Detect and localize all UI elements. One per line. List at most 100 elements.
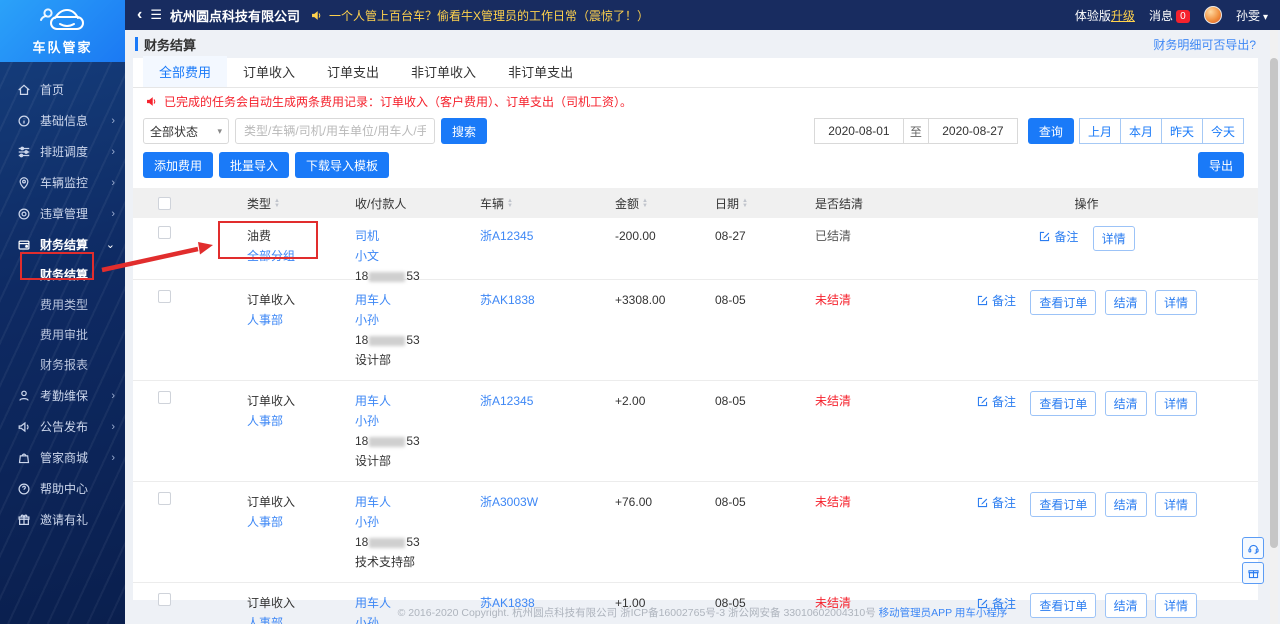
gift-icon [16,513,32,527]
status-filter-select[interactable]: 全部状态 ▾ [143,118,229,144]
remark-button[interactable]: 备注 [1038,227,1078,247]
vehicle-link[interactable]: 苏AK1838 [480,293,535,307]
tab-nonorder-income[interactable]: 非订单收入 [395,56,492,87]
scrollbar-track[interactable] [1270,30,1278,624]
sort-icon[interactable]: ▲▼ [507,199,513,209]
sidebar-item-scheduling[interactable]: 排班调度 › [0,136,125,167]
fees-table: 类型▲▼ 收/付款人 车辆▲▼ 金额▲▼ 日期▲▼ 是否结清 操作 油费 全部分… [133,188,1258,624]
date-from-input[interactable] [815,119,903,143]
vehicle-link[interactable]: 浙A3003W [480,495,538,509]
row-checkbox[interactable] [158,492,171,505]
export-button[interactable]: 导出 [1198,152,1244,178]
fee-group-link[interactable]: 人事部 [247,411,355,431]
detail-button[interactable]: 详情 [1155,391,1197,416]
today-button[interactable]: 今天 [1202,118,1244,144]
add-fee-button[interactable]: 添加费用 [143,152,213,178]
sidebar-item-announcement[interactable]: 公告发布 › [0,411,125,442]
fee-group-link[interactable]: 人事部 [247,310,355,330]
sidebar-item-invite[interactable]: 邀请有礼 [0,504,125,535]
mini-program-link[interactable]: 用车小程序 [955,607,1008,619]
remark-button[interactable]: 备注 [976,291,1016,311]
payer-role-link[interactable]: 用车人 [355,391,480,411]
tab-nonorder-expense[interactable]: 非订单支出 [492,56,589,87]
tab-order-income[interactable]: 订单收入 [227,56,311,87]
view-order-button[interactable]: 查看订单 [1030,391,1096,416]
row-checkbox[interactable] [158,226,171,239]
detail-button[interactable]: 详情 [1155,290,1197,315]
back-icon[interactable]: ‹ [137,6,142,24]
fee-tabs: 全部费用 订单收入 订单支出 非订单收入 非订单支出 [133,58,1258,88]
payer-name-link[interactable]: 小孙 [355,411,480,431]
sort-icon[interactable]: ▲▼ [742,199,748,209]
row-checkbox[interactable] [158,290,171,303]
payer-role-link[interactable]: 用车人 [355,492,480,512]
faq-link[interactable]: 财务明细可否导出? [1153,36,1256,53]
last-month-button[interactable]: 上月 [1079,118,1121,144]
batch-import-button[interactable]: 批量导入 [219,152,289,178]
payer-name-link[interactable]: 小孙 [355,512,480,532]
settle-button[interactable]: 结清 [1105,391,1147,416]
sidebar-item-finance[interactable]: 财务结算 ⌄ [0,229,125,260]
scrollbar-thumb[interactable] [1270,58,1278,548]
select-all-checkbox[interactable] [158,197,171,210]
sidebar-item-mall[interactable]: 管家商城 › [0,442,125,473]
sidebar-item-help[interactable]: 帮助中心 [0,473,125,504]
sidebar-item-attendance[interactable]: 考勤维保 › [0,380,125,411]
search-input[interactable] [235,118,435,144]
header-type[interactable]: 类型▲▼ [195,195,355,212]
settle-button[interactable]: 结清 [1105,290,1147,315]
menu-icon[interactable]: ☰ [150,7,162,23]
status: 未结清 [815,391,975,411]
remark-button[interactable]: 备注 [976,392,1016,412]
query-button[interactable]: 查询 [1028,118,1074,144]
user-menu[interactable]: 孙雯▾ [1236,7,1268,24]
sidebar-subitem-fee-approval[interactable]: 费用审批 [0,320,125,350]
vehicle-link[interactable]: 浙A12345 [480,394,533,408]
range-separator: 至 [903,118,929,144]
fee-group-link[interactable]: 人事部 [247,512,355,532]
this-month-button[interactable]: 本月 [1120,118,1162,144]
yesterday-button[interactable]: 昨天 [1161,118,1203,144]
remark-button[interactable]: 备注 [976,493,1016,513]
header-date[interactable]: 日期▲▼ [715,195,815,212]
app-logo[interactable]: 车队管家 [0,0,125,62]
fee-group-link[interactable]: 全部分组 [247,246,355,266]
filter-row: 全部状态 ▾ 搜索 至 查询 上月 本月 昨天 今天 [133,114,1258,148]
header-amount[interactable]: 金额▲▼ [615,195,715,212]
avatar[interactable] [1204,6,1222,24]
payer-name-link[interactable]: 小孙 [355,310,480,330]
detail-button[interactable]: 详情 [1093,226,1135,251]
payer-role-link[interactable]: 用车人 [355,290,480,310]
view-order-button[interactable]: 查看订单 [1030,492,1096,517]
sidebar-item-home[interactable]: 首页 [0,74,125,105]
header-vehicle[interactable]: 车辆▲▼ [480,195,615,212]
payer-name-link[interactable]: 小文 [355,246,480,266]
vehicle-link[interactable]: 浙A12345 [480,229,533,243]
gift-button[interactable] [1242,562,1264,584]
customer-service-button[interactable] [1242,537,1264,559]
sort-icon[interactable]: ▲▼ [274,199,280,209]
tab-order-expense[interactable]: 订单支出 [311,56,395,87]
date-to-input[interactable] [929,119,1017,143]
sidebar-subitem-finance-settlement[interactable]: 财务结算 [0,260,125,290]
company-name[interactable]: 杭州圆点科技有限公司 [170,6,300,25]
tab-all-fees[interactable]: 全部费用 [143,56,227,87]
sidebar-subitem-fee-type[interactable]: 费用类型 [0,290,125,320]
sidebar-item-violation[interactable]: 违章管理 › [0,198,125,229]
row-checkbox[interactable] [158,391,171,404]
settle-button[interactable]: 结清 [1105,492,1147,517]
announcement-marquee[interactable]: 一个人管上百台车？偷看牛X管理员的工作日常（震惊了！） [329,7,1075,24]
admin-app-link[interactable]: 移动管理员APP [879,607,952,619]
trial-upgrade[interactable]: 体验版升级 [1075,7,1135,24]
search-button[interactable]: 搜索 [441,118,487,144]
view-order-button[interactable]: 查看订单 [1030,290,1096,315]
download-template-button[interactable]: 下载导入模板 [295,152,389,178]
messages[interactable]: 消息0 [1149,7,1190,24]
sidebar-item-basic-info[interactable]: 基础信息 › [0,105,125,136]
upgrade-link[interactable]: 升级 [1111,9,1135,23]
payer-role-link[interactable]: 司机 [355,226,480,246]
sidebar-item-vehicle-monitor[interactable]: 车辆监控 › [0,167,125,198]
sort-icon[interactable]: ▲▼ [642,199,648,209]
detail-button[interactable]: 详情 [1155,492,1197,517]
sidebar-subitem-finance-report[interactable]: 财务报表 [0,350,125,380]
